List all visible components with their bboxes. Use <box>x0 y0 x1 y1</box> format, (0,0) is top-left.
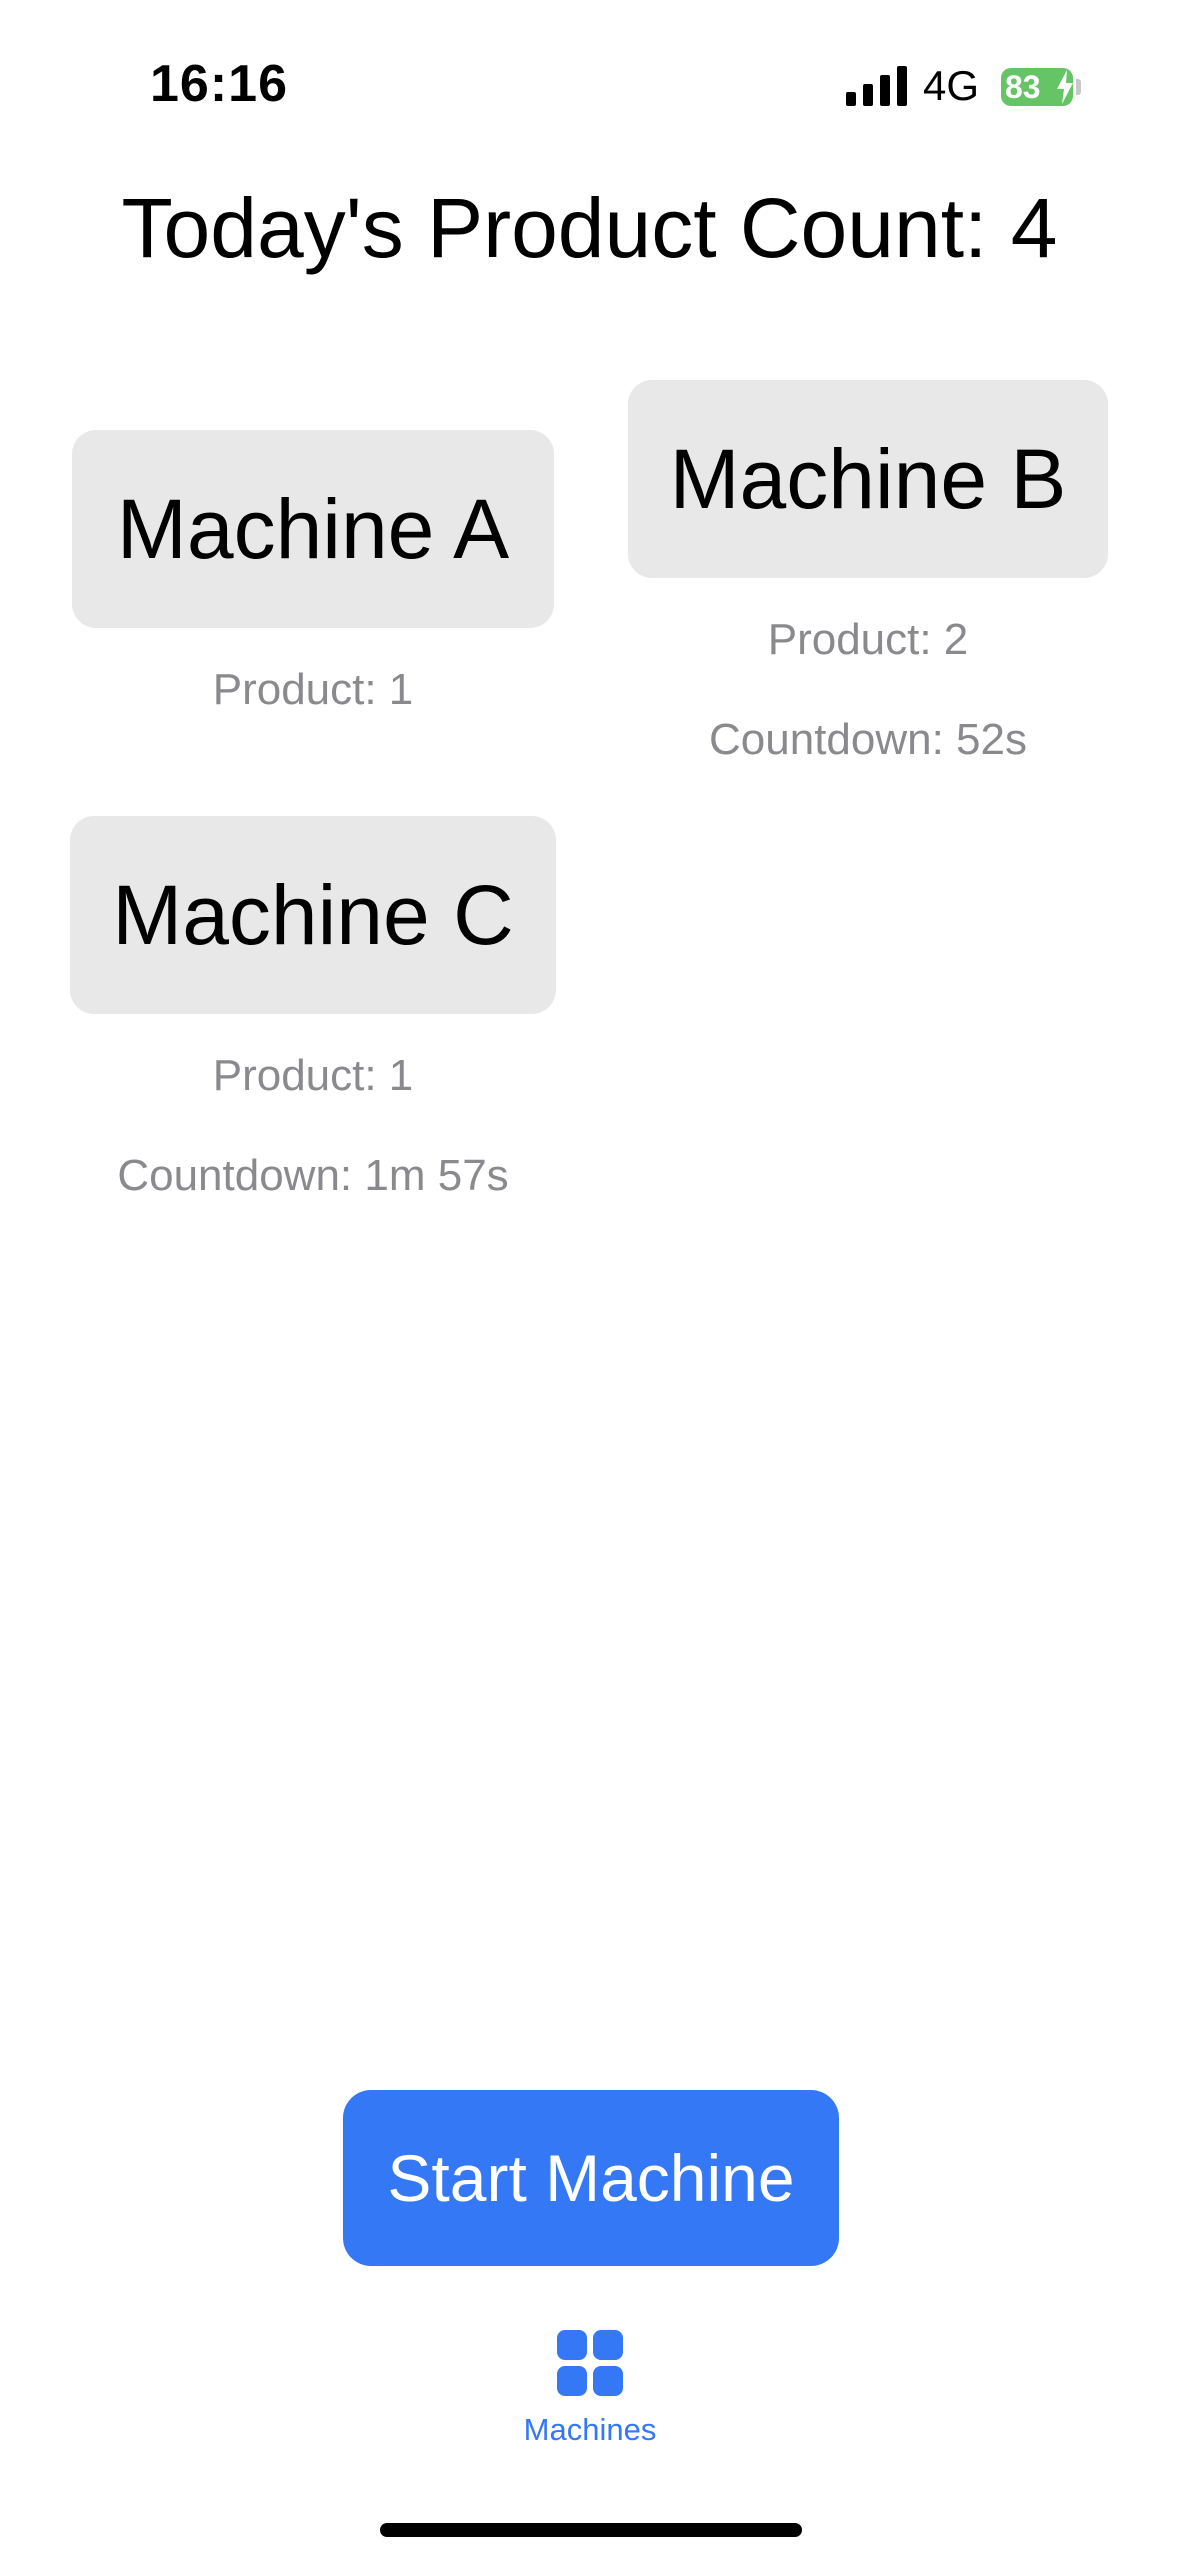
machine-c-button[interactable]: Machine C <box>70 816 556 1014</box>
home-indicator[interactable] <box>380 2523 802 2537</box>
machine-c-product: Product: 1 <box>212 1051 414 1100</box>
signal-icon <box>846 66 907 106</box>
machine-c-countdown: Countdown: 1m 57s <box>117 1151 509 1200</box>
machine-a-button[interactable]: Machine A <box>72 430 554 628</box>
battery-level: 83 <box>1005 69 1041 105</box>
page-title: Today's Product Count: 4 <box>121 181 1058 275</box>
machine-b-button[interactable]: Machine B <box>628 380 1108 578</box>
charging-bolt-icon <box>1057 70 1073 104</box>
machine-b-countdown: Countdown: 52s <box>709 715 1027 764</box>
machine-card-b: Machine B Product: 2 Countdown: 52s <box>628 380 1108 762</box>
machine-card-c: Machine C Product: 1 Countdown: 1m 57s <box>70 816 556 1198</box>
machine-card-a: Machine A Product: 1 <box>72 430 554 712</box>
grid-icon <box>557 2330 623 2396</box>
tab-machines-label: Machines <box>523 2412 657 2447</box>
machine-a-product: Product: 1 <box>212 665 414 714</box>
battery-tip <box>1076 79 1081 95</box>
status-time: 16:16 <box>150 55 288 113</box>
machine-b-product: Product: 2 <box>767 615 969 664</box>
tab-machines[interactable]: Machines <box>490 2330 690 2470</box>
network-type: 4G <box>923 62 980 109</box>
start-machine-button[interactable]: Start Machine <box>343 2090 839 2266</box>
